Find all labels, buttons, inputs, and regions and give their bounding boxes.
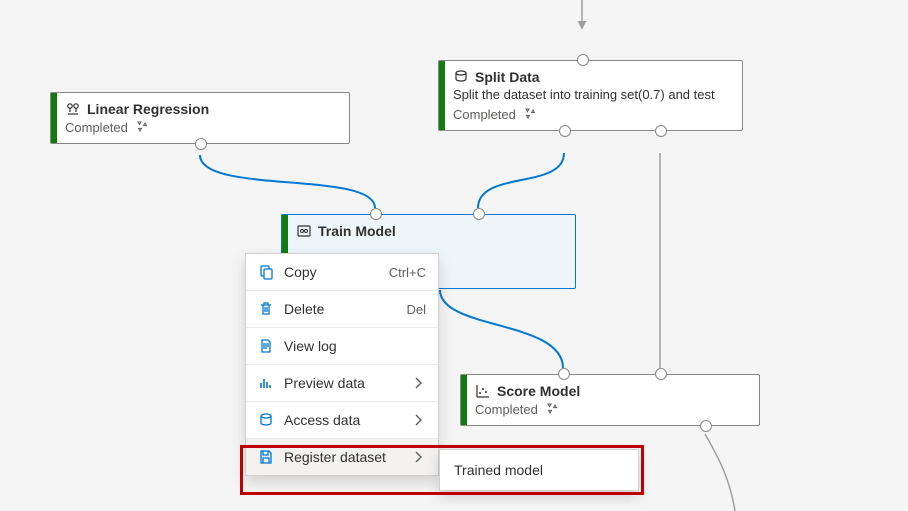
output-port[interactable]: [195, 138, 207, 150]
copy-icon: [258, 264, 274, 280]
menu-label: Copy: [284, 264, 379, 280]
submenu-label: Trained model: [454, 462, 543, 478]
menu-item-register-dataset[interactable]: Register dataset: [246, 438, 438, 475]
database-icon: [453, 69, 469, 85]
submenu-item-trained-model[interactable]: Trained model: [440, 450, 638, 490]
input-port-2[interactable]: [655, 368, 667, 380]
node-score-model[interactable]: Score Model Completed: [460, 374, 760, 426]
menu-item-view-log[interactable]: View log: [246, 327, 438, 364]
menu-item-preview-data[interactable]: Preview data: [246, 364, 438, 401]
node-linear-regression[interactable]: Linear Regression Completed: [50, 92, 350, 144]
bar-chart-icon: [258, 375, 274, 391]
node-title: Train Model: [318, 223, 396, 239]
data-icon: [258, 412, 274, 428]
menu-label: Register dataset: [284, 449, 400, 465]
node-description: Split the dataset into training set(0.7)…: [453, 87, 732, 102]
menu-item-delete[interactable]: Delete Del: [246, 290, 438, 327]
recycle-icon: [522, 106, 538, 122]
output-port-2[interactable]: [655, 125, 667, 137]
node-title: Score Model: [497, 383, 580, 399]
input-port[interactable]: [577, 54, 589, 66]
document-icon: [258, 338, 274, 354]
menu-label: View log: [284, 338, 426, 354]
menu-item-copy[interactable]: Copy Ctrl+C: [246, 254, 438, 290]
node-status-label: Completed: [475, 402, 538, 417]
node-accent: [51, 93, 57, 143]
module-icon: [65, 101, 81, 117]
scatter-icon: [475, 383, 491, 399]
input-port-2[interactable]: [473, 208, 485, 220]
node-title: Split Data: [475, 69, 540, 85]
designer-canvas[interactable]: Linear Regression Completed Split Data S…: [0, 0, 908, 511]
node-status-label: Completed: [65, 120, 128, 135]
menu-item-access-data[interactable]: Access data: [246, 401, 438, 438]
menu-label: Preview data: [284, 375, 400, 391]
chevron-right-icon: [410, 375, 426, 391]
save-icon: [258, 449, 274, 465]
recycle-icon: [544, 401, 560, 417]
chevron-right-icon: [410, 449, 426, 465]
trash-icon: [258, 301, 274, 317]
input-port-1[interactable]: [558, 368, 570, 380]
chevron-right-icon: [410, 412, 426, 428]
node-title: Linear Regression: [87, 101, 209, 117]
menu-shortcut: Ctrl+C: [389, 265, 426, 280]
node-accent: [439, 61, 445, 130]
context-menu: Copy Ctrl+C Delete Del View log Preview …: [245, 253, 439, 476]
output-port-1[interactable]: [559, 125, 571, 137]
recycle-icon: [134, 119, 150, 135]
submenu-register-dataset: Trained model: [439, 449, 639, 491]
node-split-data[interactable]: Split Data Split the dataset into traini…: [438, 60, 743, 131]
train-icon: [296, 223, 312, 239]
menu-label: Access data: [284, 412, 400, 428]
node-status-label: Completed: [453, 107, 516, 122]
menu-label: Delete: [284, 301, 396, 317]
node-accent: [461, 375, 467, 425]
output-port[interactable]: [700, 420, 712, 432]
input-port-1[interactable]: [370, 208, 382, 220]
menu-shortcut: Del: [406, 302, 426, 317]
